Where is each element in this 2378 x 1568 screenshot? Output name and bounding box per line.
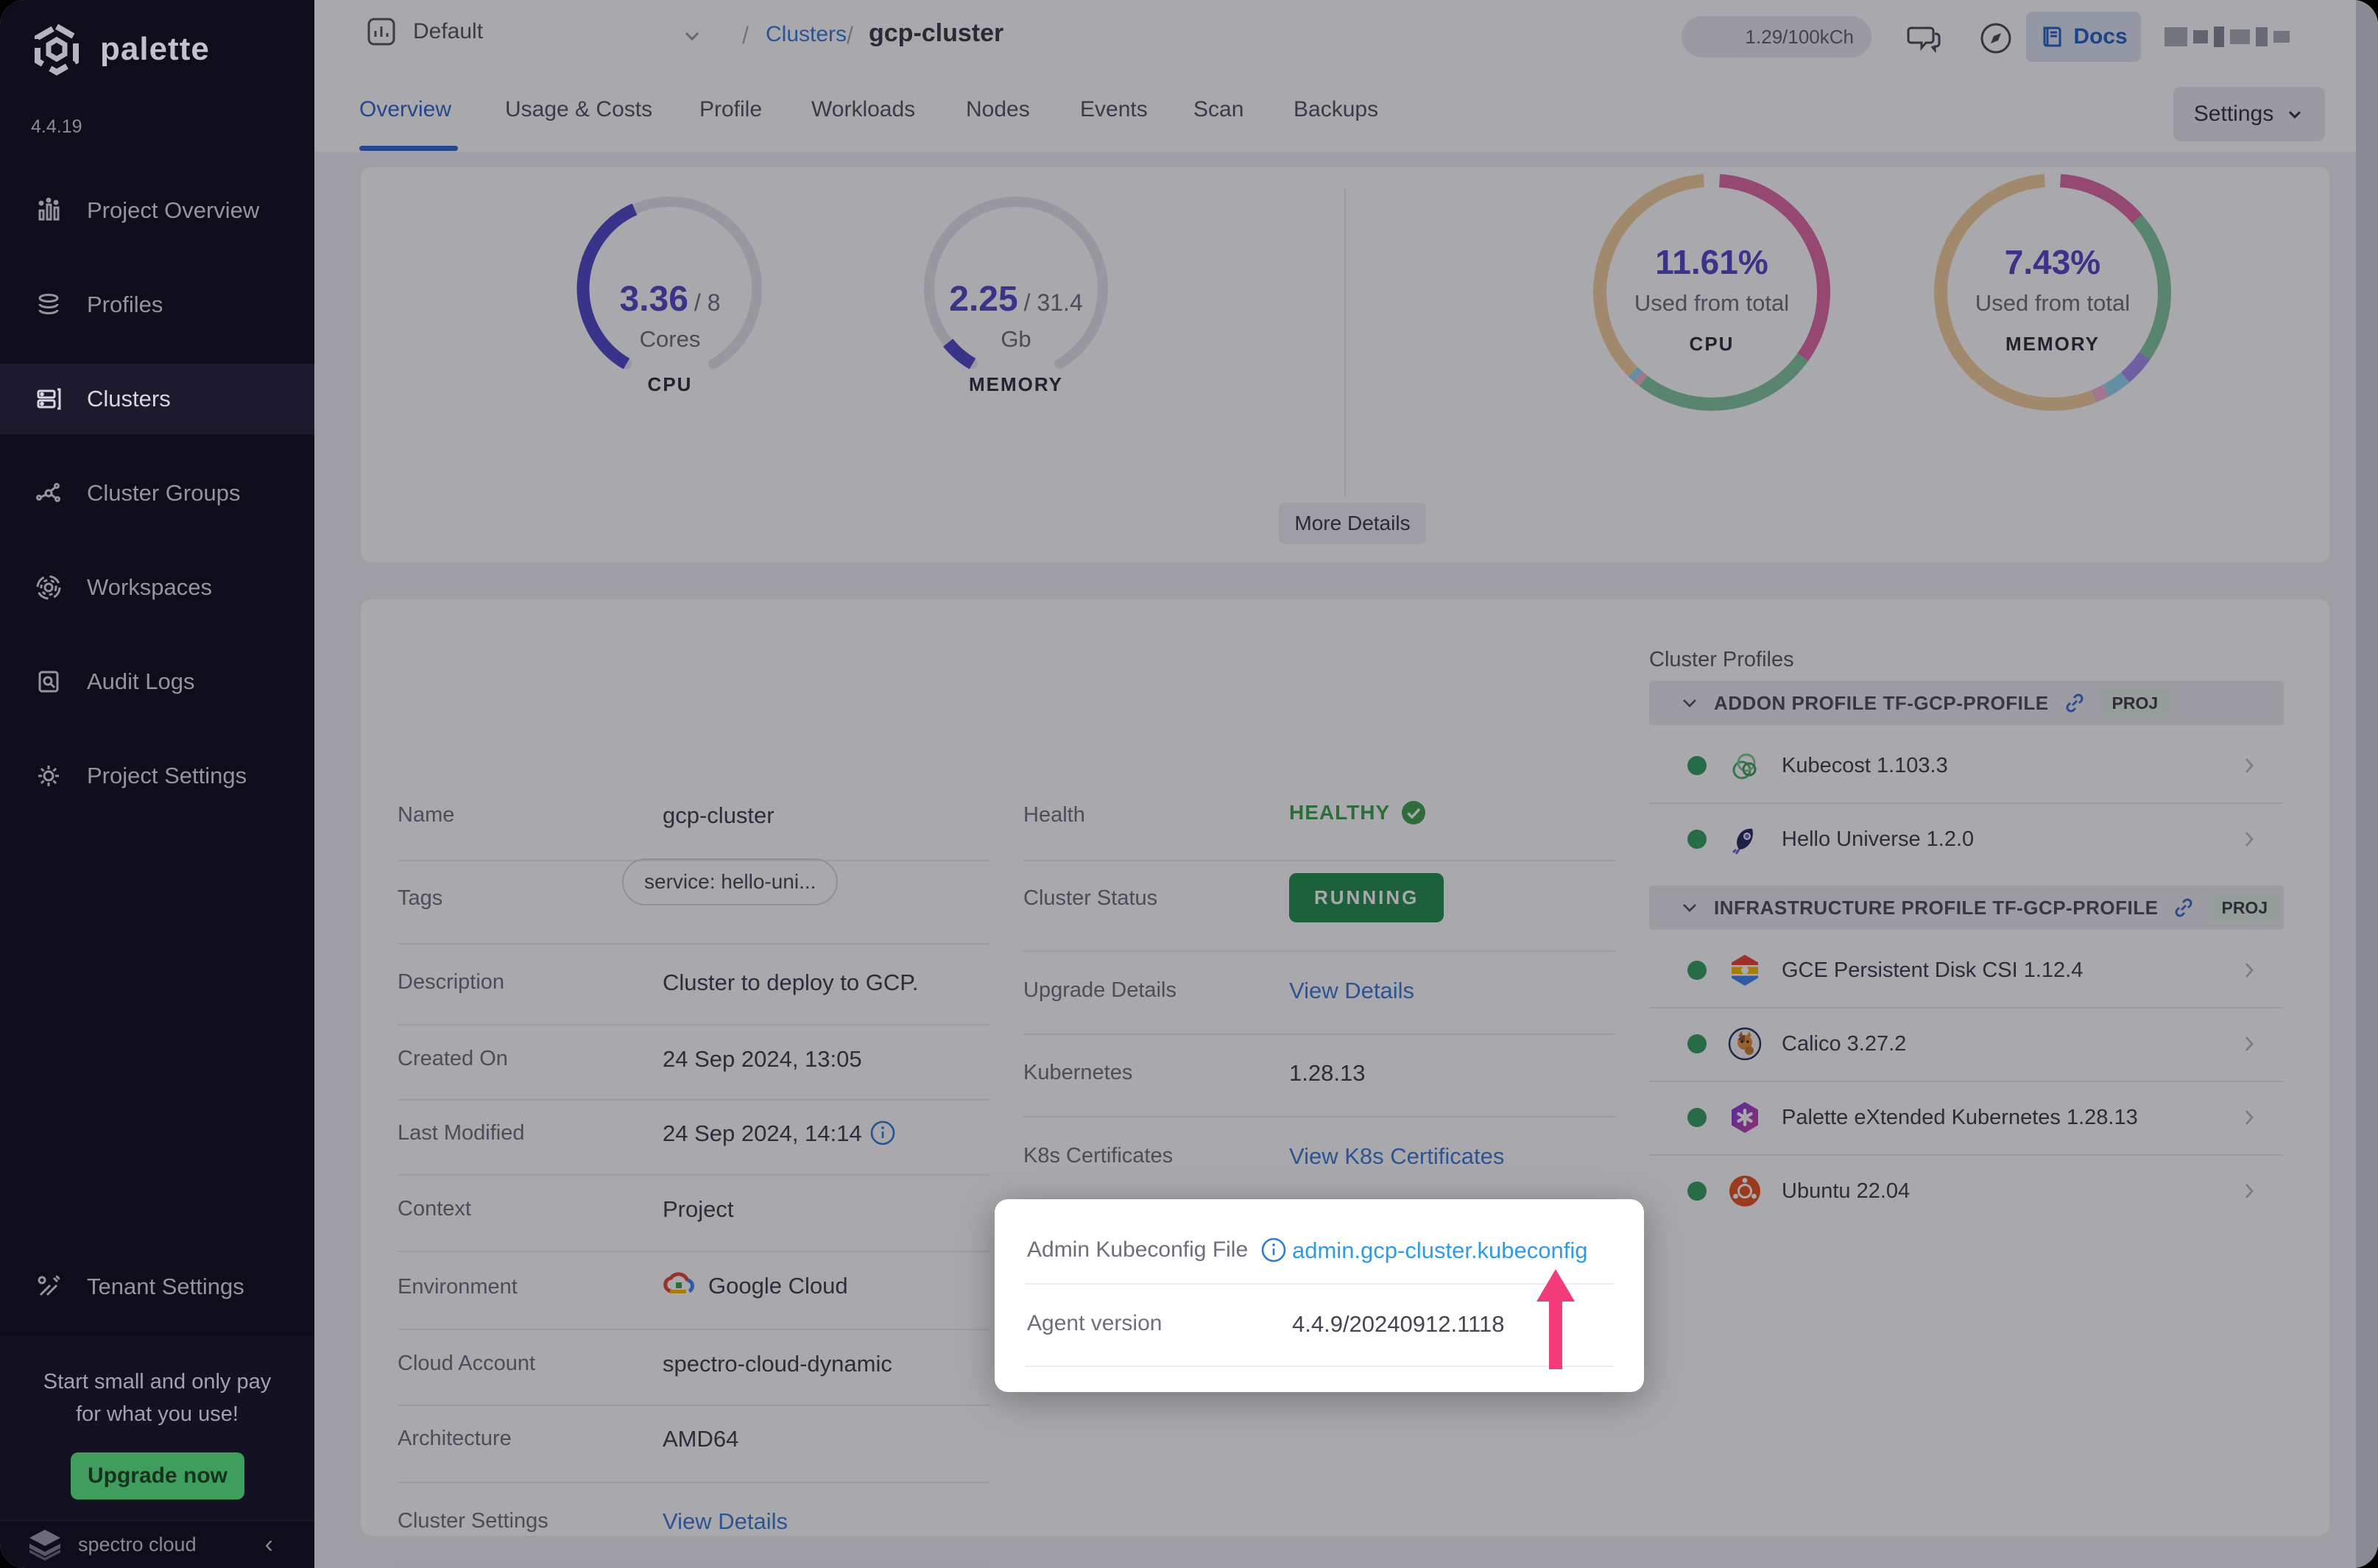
sidebar-item-label: Tenant Settings bbox=[87, 1274, 244, 1300]
sidebar-item-label: Project Overview bbox=[87, 197, 259, 224]
sidebar-item-cluster-groups[interactable]: Cluster Groups bbox=[0, 458, 314, 529]
sidebar-item-clusters[interactable]: Clusters bbox=[0, 364, 314, 434]
divider bbox=[1024, 1366, 1615, 1367]
sidebar-item-label: Profiles bbox=[87, 292, 163, 318]
sidebar: palette 4.4.19 Project Overview Profiles… bbox=[0, 0, 314, 1568]
sidebar-item-project-settings[interactable]: Project Settings bbox=[0, 741, 314, 811]
palette-logo-icon bbox=[29, 22, 84, 77]
network-icon bbox=[35, 480, 62, 506]
info-icon[interactable] bbox=[1260, 1236, 1288, 1264]
tools-icon bbox=[35, 1274, 62, 1300]
upgrade-now-button[interactable]: Upgrade now bbox=[71, 1452, 244, 1500]
sidebar-item-profiles[interactable]: Profiles bbox=[0, 269, 314, 340]
sidebar-item-label: Clusters bbox=[87, 386, 171, 412]
clusters-icon bbox=[35, 386, 62, 412]
upgrade-promo: Start small and only pay for what you us… bbox=[0, 1336, 314, 1520]
orbit-icon bbox=[35, 574, 62, 601]
sidebar-item-tenant-settings[interactable]: Tenant Settings bbox=[0, 1251, 314, 1322]
sidebar-item-audit-logs[interactable]: Audit Logs bbox=[0, 646, 314, 717]
spectro-cloud-logo bbox=[22, 1528, 68, 1562]
palette-logo: palette bbox=[29, 22, 210, 77]
divider bbox=[1024, 1283, 1615, 1285]
agent-version-value: 4.4.9/20240912.1118 bbox=[1292, 1311, 1504, 1338]
tutorial-arrow bbox=[1530, 1268, 1581, 1371]
field-label: Agent version bbox=[1027, 1311, 1162, 1336]
app-window: palette 4.4.19 Project Overview Profiles… bbox=[0, 0, 2378, 1568]
sidebar-item-label: Workspaces bbox=[87, 574, 212, 601]
promo-line-2: for what you use! bbox=[0, 1398, 314, 1430]
layers-icon bbox=[35, 292, 62, 318]
brand-text: spectro cloud bbox=[78, 1533, 197, 1556]
sidebar-item-label: Cluster Groups bbox=[87, 480, 240, 506]
sidebar-footer: spectro cloud ‹ bbox=[0, 1520, 314, 1568]
promo-line-1: Start small and only pay bbox=[0, 1366, 314, 1398]
app-version: 4.4.19 bbox=[31, 116, 82, 138]
logo-text: palette bbox=[100, 31, 210, 68]
field-label: Admin Kubeconfig File bbox=[1027, 1236, 1288, 1264]
sidebar-item-workspaces[interactable]: Workspaces bbox=[0, 552, 314, 623]
collapse-sidebar-icon[interactable]: ‹ bbox=[265, 1530, 273, 1559]
sidebar-item-label: Project Settings bbox=[87, 763, 247, 789]
chart-icon bbox=[35, 197, 62, 224]
gear-icon bbox=[35, 763, 62, 789]
audit-log-icon bbox=[35, 668, 62, 695]
admin-kubeconfig-link[interactable]: admin.gcp-cluster.kubeconfig bbox=[1292, 1237, 1588, 1264]
sidebar-item-label: Audit Logs bbox=[87, 668, 195, 695]
sidebar-item-project-overview[interactable]: Project Overview bbox=[0, 175, 314, 246]
